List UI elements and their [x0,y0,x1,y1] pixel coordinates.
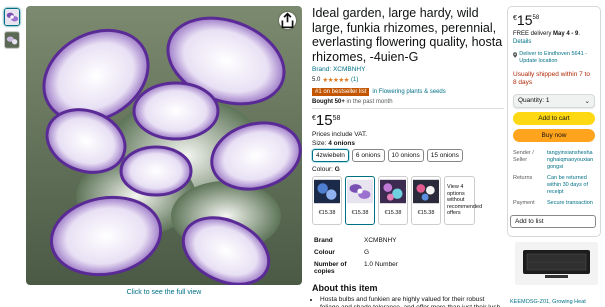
about-list: Hosta bulbs and funkien are highly value… [312,296,504,307]
color-label-text: Colour: [312,166,333,173]
chevron-down-icon: ⌄ [584,98,590,105]
color-swatch[interactable]: €15.38 [312,176,342,225]
color-swatch-selected[interactable]: €15.38 [345,176,375,225]
size-options: 4zwiebeln 6 onions 10 onions 15 onions [312,149,504,162]
deliver-to-text: Deliver to Eindhoven 5641 - Update locat… [519,51,588,64]
brand-link[interactable]: Brand: XCMBNHY [312,66,504,73]
color-label: Colour: G [312,166,504,173]
thumbnail-image[interactable] [4,31,20,49]
delivery-prefix: FREE delivery [513,31,552,37]
swatch-price: €15.38 [351,210,369,216]
share-button[interactable] [279,12,296,29]
quantity-label: Quantity: [518,97,545,104]
list-item: Hosta bulbs and funkien are highly value… [320,296,504,307]
sponsored-ad-image[interactable] [515,242,598,285]
info-row: Returns Can be returned within 30 days o… [513,175,595,196]
price-whole: 15 [315,112,333,129]
deliver-to-link[interactable]: Deliver to Eindhoven 5641 - Update locat… [513,51,595,65]
share-icon [281,12,294,29]
returns-link[interactable]: Can be returned within 30 days of receip… [547,175,595,196]
size-label-text: Size: [312,140,327,147]
color-value: G [334,166,340,173]
product-title: Ideal garden, large hardy, wild large, f… [312,6,503,64]
thumbnail-column [4,8,20,54]
payment-link[interactable]: Secure transaction [547,200,595,207]
full-view-link[interactable]: Click to see the full view [26,289,302,296]
quantity-select[interactable]: Quantity: 1 ⌄ [513,94,595,108]
buybox-price: € 15 58 [513,13,595,27]
detail-key: Brand [314,236,333,244]
buy-box: € 15 58 FREE delivery May 4 - 9. Details… [507,6,601,237]
table-row: Number of copies 1.0 Number [314,259,398,276]
swatch-price: €15.38 [384,210,402,216]
delivery-info: FREE delivery May 4 - 9. Details [513,31,581,45]
product-price: € 15 58 [312,113,504,128]
detail-value: XCMBNHY [364,236,397,244]
star-rating-icon[interactable]: ★★★★★ [322,76,349,84]
thumbnail-image[interactable] [4,8,20,26]
buy-now-button[interactable]: Buy now [513,129,595,142]
rating-value: 5.0 [312,77,321,83]
info-key: Sender / Seller [513,150,534,163]
location-pin-icon [513,52,518,58]
info-row: Sender / Seller tangyinxiansheshanghaiqm… [513,150,595,171]
add-to-cart-button[interactable]: Add to cart [513,112,595,125]
swatch-price: €15.38 [318,210,336,216]
detail-value: 1.0 Number [364,260,398,268]
about-title: About this item [312,283,378,293]
shipping-status: Usually shipped within 7 to 8 days [513,71,590,86]
add-to-list-button[interactable]: Add to list [510,215,596,228]
color-swatch[interactable]: €15.38 [411,176,441,225]
delivery-date: May 4 - 9 [553,31,579,37]
detail-key: Number of copies [314,260,347,275]
bought-period: in the past month [346,99,393,105]
product-details-table: Brand XCMBNHY Colour G Number of copies … [312,233,400,278]
view-more-options-link[interactable]: View 4 options without recommended offer… [444,176,482,225]
price-fraction: 58 [532,15,540,21]
size-option[interactable]: 4zwiebeln [312,149,349,162]
detail-key: Colour [314,248,335,256]
sponsored-ad-text[interactable]: KEEMOSG-Z01, Growing Heat [510,299,602,305]
divider [312,108,504,109]
info-key: Payment [513,200,535,206]
detail-value: G [364,248,370,256]
price-whole: 15 [516,12,533,28]
bought-value: Bought 50+ [312,99,345,105]
rating-count[interactable]: (1) [351,77,358,83]
size-value: 4 onions [328,140,355,147]
color-options: €15.38 €15.38 €15.38 €15.38 View 4 optio… [312,176,504,225]
bestseller-category-link[interactable]: in Flowering plants & seeds [372,89,445,95]
bought-count: Bought 50+ in the past month [312,99,504,105]
seller-link[interactable]: tangyinxiansheshanghaiqmaoyouxiangongsi [547,150,595,171]
bestseller-badge[interactable]: #1 on bestseller list [312,88,370,96]
size-option[interactable]: 15 onions [426,149,463,162]
info-row: Payment Secure transaction [513,200,595,207]
table-row: Brand XCMBNHY [314,235,398,245]
price-fraction: 58 [332,115,341,122]
size-label: Size: 4 onions [312,140,504,147]
size-option[interactable]: 10 onions [387,149,424,162]
table-row: Colour G [314,247,398,257]
bestseller-row: #1 on bestseller list in Flowering plant… [312,88,504,96]
seller-info: Sender / Seller tangyinxiansheshanghaiqm… [513,150,595,207]
size-option[interactable]: 6 onions [351,149,385,162]
quantity-value: 1 [545,97,550,104]
product-info: Ideal garden, large hardy, wild large, f… [312,6,504,307]
main-product-image[interactable] [26,6,302,285]
rating-row: 5.0 ★★★★★ (1) [312,76,504,84]
swatch-price: €15.38 [417,210,435,216]
info-key: Returns [513,175,533,181]
vat-note: Prices include VAT. [312,131,368,138]
delivery-details-link[interactable]: Details [513,39,531,45]
color-swatch[interactable]: €15.38 [378,176,408,225]
